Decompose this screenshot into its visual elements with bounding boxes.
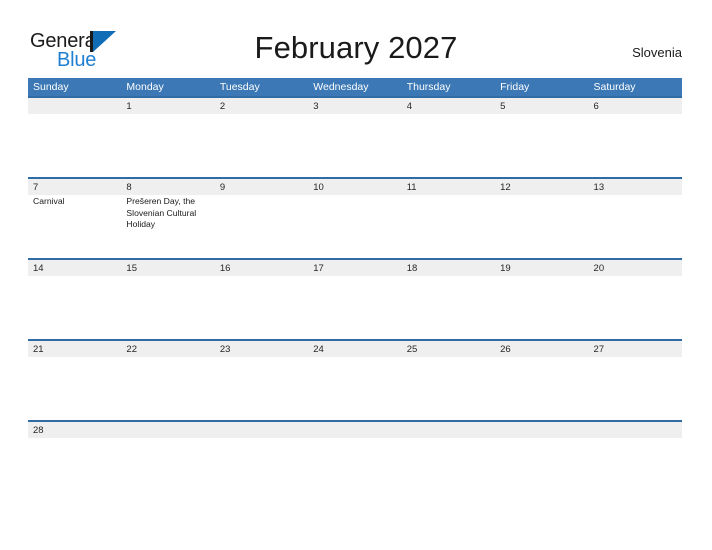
day-cell[interactable]: 12	[495, 179, 588, 258]
calendar-grid: Sunday Monday Tuesday Wednesday Thursday…	[28, 78, 682, 450]
day-cell[interactable]: 1	[121, 98, 214, 177]
day-cell-empty	[215, 422, 308, 450]
day-cell[interactable]: 21	[28, 341, 121, 420]
day-number: 6	[593, 101, 599, 112]
day-cell[interactable]: 28	[28, 422, 121, 450]
weekday-header-row: Sunday Monday Tuesday Wednesday Thursday…	[28, 78, 682, 96]
day-number: 28	[33, 425, 44, 436]
day-cell[interactable]: 24	[308, 341, 401, 420]
weekday-saturday: Saturday	[593, 81, 636, 93]
day-number: 18	[406, 263, 418, 274]
day-cell[interactable]: 18	[402, 260, 495, 339]
day-cell[interactable]: 3	[308, 98, 401, 177]
day-number: 7	[33, 182, 39, 193]
day-number: 19	[500, 263, 511, 274]
day-number: 14	[33, 263, 44, 274]
country-label: Slovenia	[632, 45, 682, 60]
day-cell-empty	[121, 422, 214, 450]
day-number: 9	[219, 182, 226, 193]
day-number: 23	[219, 344, 231, 355]
day-cell-empty	[402, 422, 495, 450]
week-cells: 21 22 23 24 25 26 27	[28, 341, 682, 420]
day-number: 15	[126, 263, 137, 274]
day-cell-empty	[308, 422, 401, 450]
day-number: 5	[500, 101, 506, 112]
weekday-thursday: Thursday	[406, 81, 451, 93]
day-number: 20	[593, 263, 605, 274]
calendar-weeks: 1 2 3 4 5 6 7 Carnival 8 Prešeren Day, the Sloven…	[28, 96, 682, 450]
day-cell-empty	[589, 422, 682, 450]
day-cell[interactable]: 19	[495, 260, 588, 339]
day-number: 10	[313, 182, 324, 193]
day-cell[interactable]: 14	[28, 260, 121, 339]
day-number: 3	[313, 101, 319, 112]
day-number: 13	[593, 182, 605, 193]
day-cell[interactable]: 4	[402, 98, 495, 177]
week-cells: 7 Carnival 8 Prešeren Day, the Slovenian Cu…	[28, 179, 682, 258]
day-number: 26	[500, 344, 511, 355]
day-number: 16	[219, 263, 231, 274]
day-cell[interactable]: 5	[495, 98, 588, 177]
day-number: 11	[406, 182, 417, 193]
day-cell[interactable]: 7 Carnival	[28, 179, 121, 258]
day-cell-empty	[495, 422, 588, 450]
day-cell[interactable]: 26	[495, 341, 588, 420]
day-cell-empty	[28, 98, 121, 177]
day-cell[interactable]: 27	[589, 341, 682, 420]
day-number: 2	[219, 101, 226, 112]
page-title: February 2027	[254, 30, 458, 65]
day-cell[interactable]: 9	[215, 179, 308, 258]
calendar-week-row: 21 22 23 24 25 26 27	[28, 339, 682, 420]
day-number: 22	[126, 344, 137, 355]
day-cell[interactable]: 2	[215, 98, 308, 177]
day-event-label: Carnival	[33, 196, 65, 206]
day-number: 8	[126, 182, 132, 193]
day-cell[interactable]: 17	[308, 260, 401, 339]
day-cell[interactable]: 16	[215, 260, 308, 339]
calendar-week-row: 14 15 16 17 18 19 20	[28, 258, 682, 339]
day-number: 12	[500, 182, 511, 193]
calendar-page: General Blue February 2027 Slovenia Sund…	[0, 0, 712, 550]
day-events: Carnival	[33, 196, 121, 208]
calendar-week-row: 1 2 3 4 5 6	[28, 96, 682, 177]
page-header: General Blue February 2027 Slovenia	[0, 0, 712, 78]
calendar-week-row: 28	[28, 420, 682, 450]
day-events: Prešeren Day, the Slovenian Cultural Hol…	[126, 196, 214, 231]
day-cell[interactable]: 15	[121, 260, 214, 339]
day-cell[interactable]: 8 Prešeren Day, the Slovenian Cultural Ho…	[121, 179, 214, 258]
day-cell[interactable]: 20	[589, 260, 682, 339]
calendar-week-row: 7 Carnival 8 Prešeren Day, the Slovenian Cu…	[28, 177, 682, 258]
day-number: 25	[406, 344, 418, 355]
day-number: 24	[313, 344, 324, 355]
day-cell[interactable]: 10	[308, 179, 401, 258]
day-cell[interactable]: 25	[402, 341, 495, 420]
day-cell[interactable]: 11	[402, 179, 495, 258]
weekday-wednesday: Wednesday	[313, 81, 369, 93]
weekday-monday: Monday	[126, 81, 164, 93]
week-cells: 28	[28, 422, 682, 450]
day-event-label: Prešeren Day, the Slovenian Cultural Hol…	[126, 196, 197, 230]
day-number: 21	[33, 344, 44, 355]
weekday-tuesday: Tuesday	[219, 81, 260, 93]
day-number: 1	[126, 101, 132, 112]
day-cell[interactable]: 13	[589, 179, 682, 258]
day-number: 17	[313, 263, 324, 274]
day-number: 27	[593, 344, 605, 355]
week-cells: 14 15 16 17 18 19 20	[28, 260, 682, 339]
weekday-sunday: Sunday	[33, 81, 69, 93]
day-cell[interactable]: 6	[589, 98, 682, 177]
week-cells: 1 2 3 4 5 6	[28, 98, 682, 177]
day-number: 4	[406, 101, 412, 112]
day-cell[interactable]: 23	[215, 341, 308, 420]
day-cell[interactable]: 22	[121, 341, 214, 420]
weekday-friday: Friday	[500, 81, 530, 93]
